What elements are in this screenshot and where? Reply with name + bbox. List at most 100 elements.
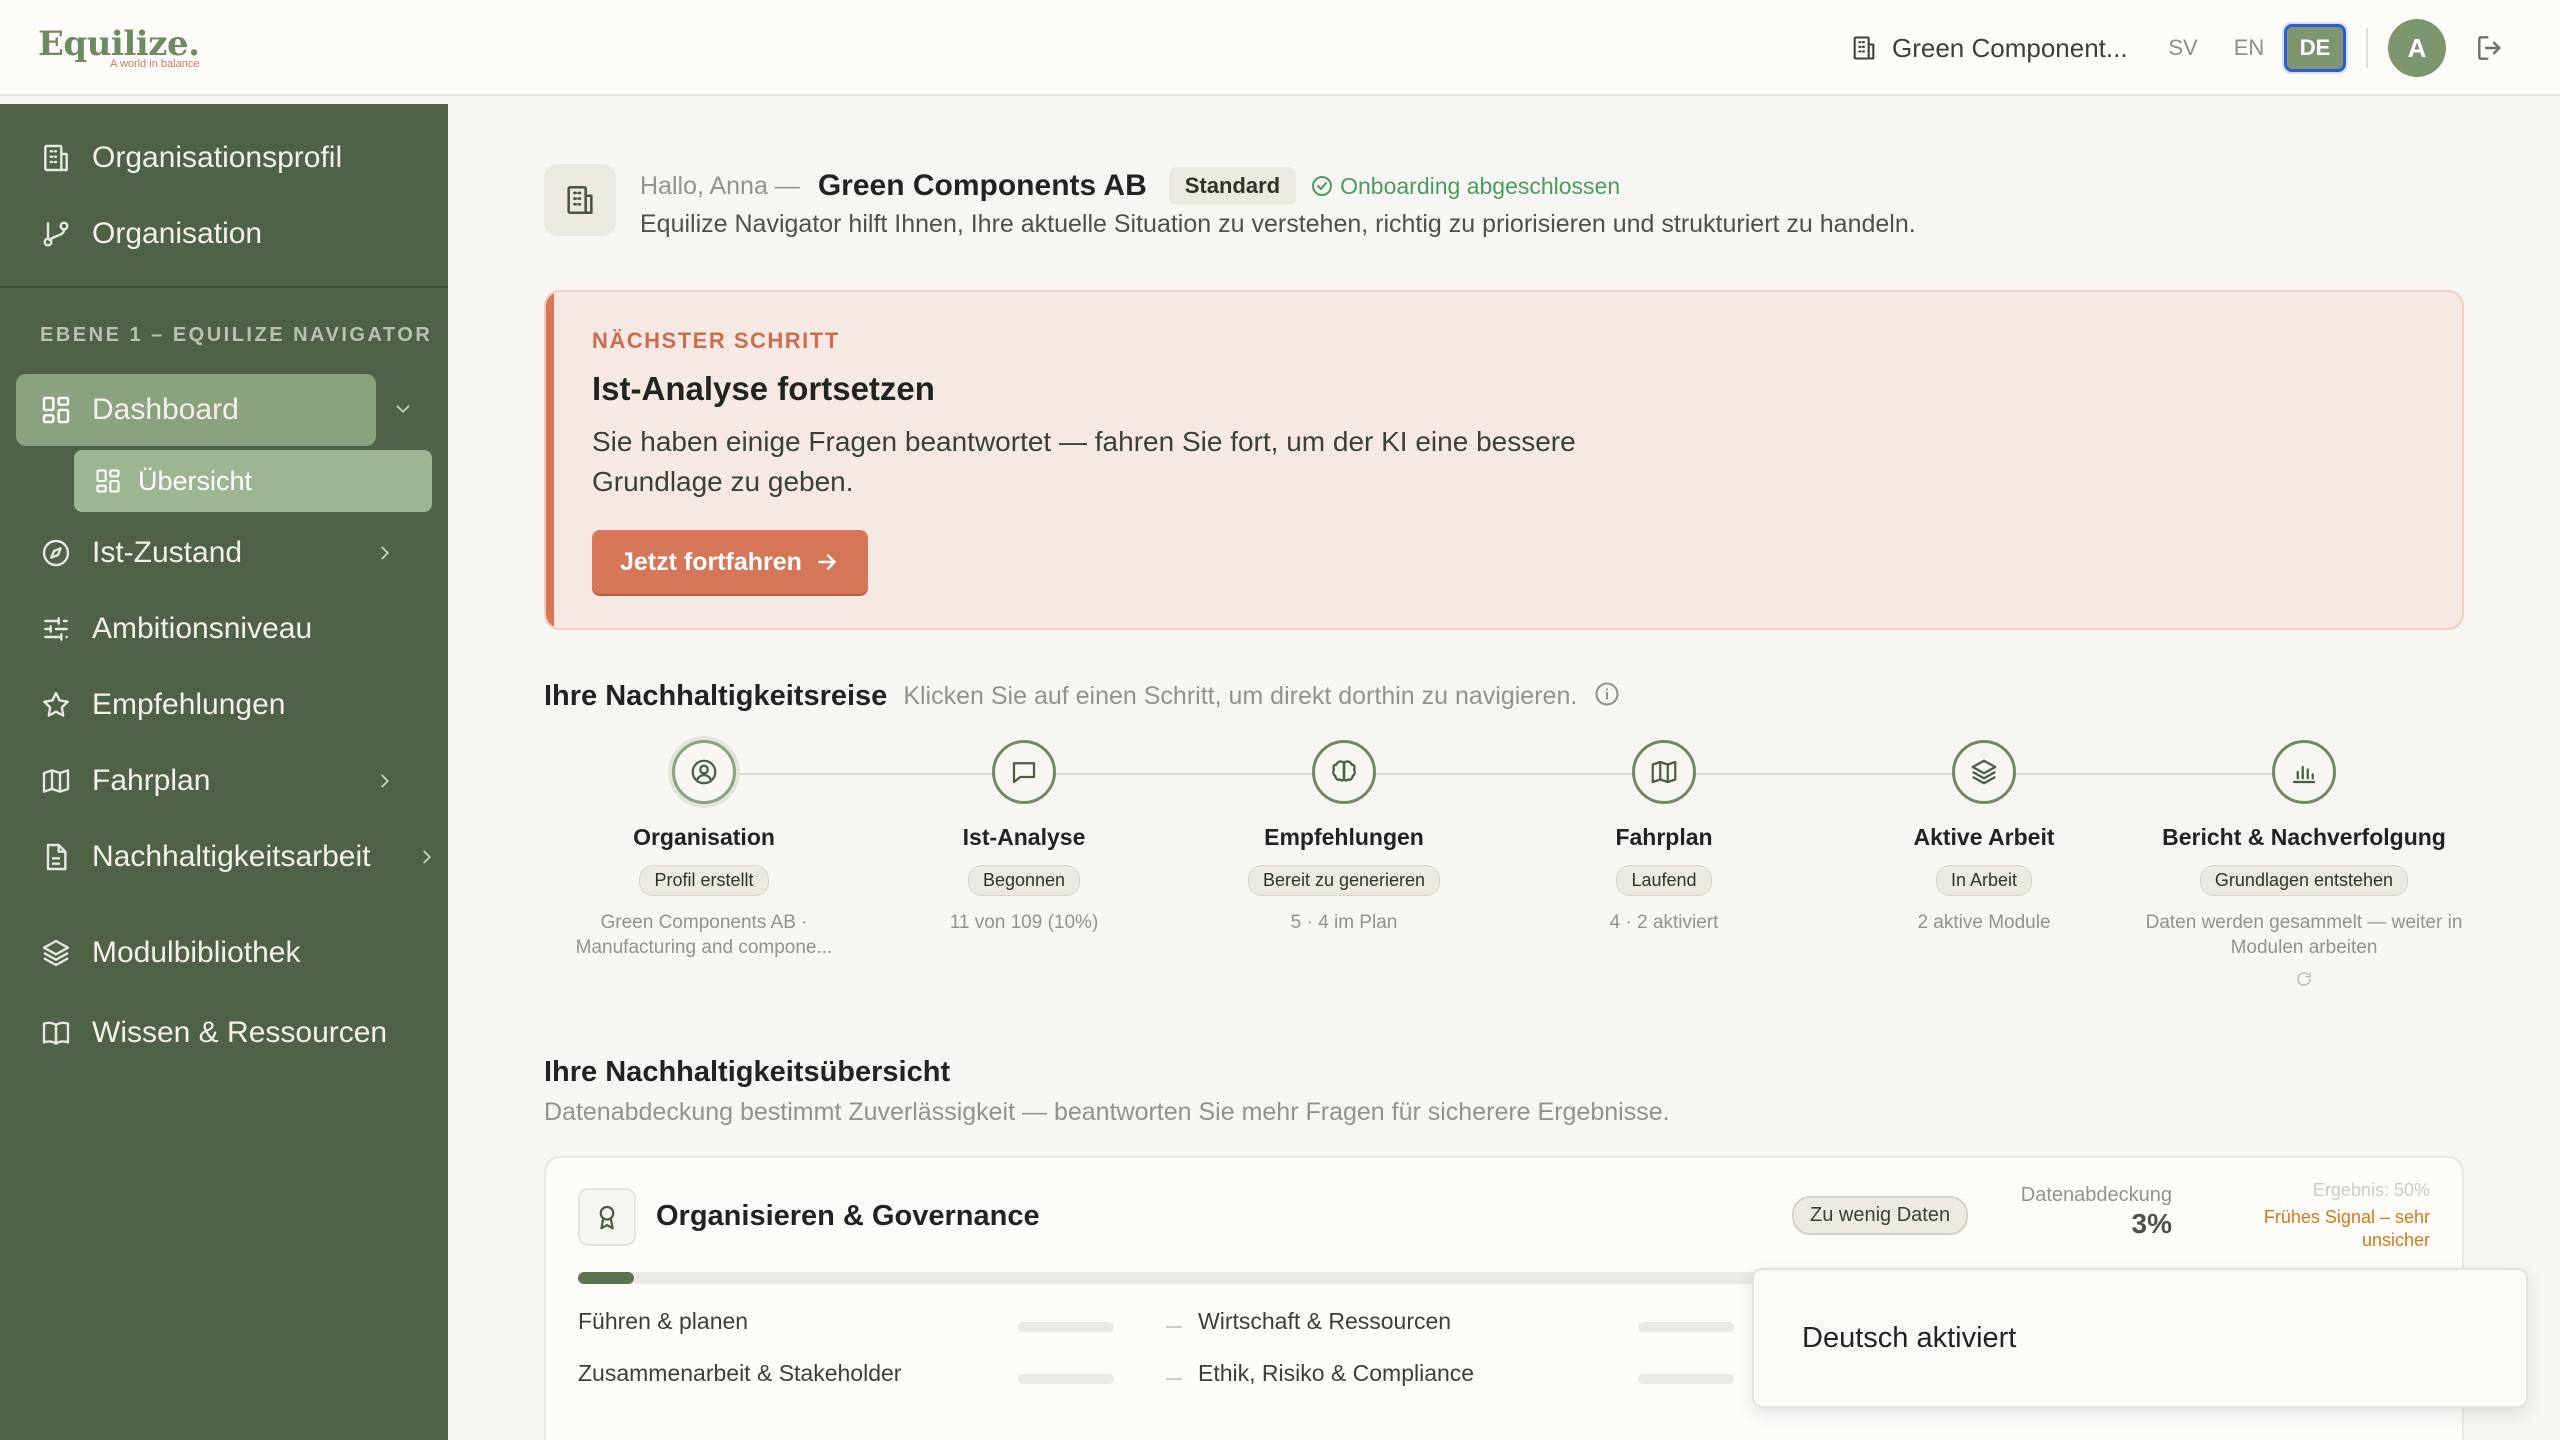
- step-status-badge: Grundlagen entstehen: [2199, 865, 2409, 896]
- logout-icon: [2478, 36, 2501, 60]
- layers-icon: [1971, 759, 1997, 785]
- award-icon: [599, 1205, 615, 1230]
- next-step-title: Ist-Analyse fortsetzen: [592, 370, 935, 407]
- loading-spinner-icon: [2297, 972, 2311, 986]
- building-icon: [1853, 36, 1875, 60]
- chevron-down-icon[interactable]: [392, 398, 414, 420]
- brand-name: Equilize.: [38, 24, 200, 64]
- step-status-badge: Bereit zu generieren: [1247, 865, 1441, 896]
- brand-tagline: A world in balance: [110, 58, 200, 70]
- onboarding-status: Onboarding abgeschlossen: [1310, 173, 1620, 200]
- info-button[interactable]: [1593, 680, 1621, 713]
- main-content: Hallo, Anna — Green Components AB Standa…: [448, 98, 2560, 1440]
- sidebar-item-ambitionsniveau[interactable]: Ambitionsniveau: [16, 594, 416, 664]
- subcategory-bar: [1638, 1374, 1734, 1384]
- sidebar-section-label: EBENE 1 – EQUILIZE NAVIGATOR: [40, 324, 433, 346]
- step-meta: Green Components AB · Manufacturing and …: [575, 912, 833, 958]
- map-icon: [1651, 760, 1677, 784]
- subcategory-bar: [1018, 1322, 1114, 1332]
- user-avatar[interactable]: A: [2388, 19, 2446, 77]
- sidebar-subitem-uebersicht[interactable]: Übersicht: [74, 450, 432, 512]
- subcategory-label: Zusammenarbeit & Stakeholder: [578, 1360, 902, 1386]
- step-name: Fahrplan: [1615, 824, 1713, 850]
- building-icon: [567, 185, 593, 215]
- chevron-right-icon: [381, 546, 390, 560]
- step-icon-circle: [992, 740, 1056, 804]
- step-meta: 2 aktive Module: [1917, 912, 2051, 933]
- plan-badge: Standard: [1168, 167, 1297, 205]
- coverage-label: Datenabdeckung: [2020, 1184, 2172, 1206]
- sidebar-item-label: Ist-Zustand: [92, 536, 243, 569]
- journey-title: Ihre Nachhaltigkeitsreise: [544, 680, 888, 712]
- step-status-badge: Begonnen: [967, 865, 1081, 896]
- language-sv-button[interactable]: SV: [2152, 24, 2214, 72]
- greeting-line: Hallo, Anna — Green Components AB Standa…: [640, 164, 1620, 208]
- company-name: Green Components AB: [817, 169, 1147, 202]
- language-en-button[interactable]: EN: [2218, 24, 2280, 72]
- continue-button[interactable]: Jetzt fortfahren: [592, 530, 868, 594]
- grid-icon: [96, 469, 120, 493]
- map-icon: [42, 769, 70, 793]
- organization-name: Green Component...: [1892, 32, 2128, 63]
- info-icon: [1595, 682, 1619, 706]
- step-meta: Daten werden gesammelt — weiter in Modul…: [2145, 912, 2463, 958]
- next-step-description: Sie haben einige Fragen beantwortet — fa…: [592, 426, 1576, 497]
- sidebar-item-organisation[interactable]: Organisation: [16, 199, 416, 269]
- journey-step-fahrplan[interactable]: Fahrplan Laufend 4 · 2 aktiviert: [1504, 740, 1824, 935]
- book-icon: [42, 1021, 70, 1045]
- overview-title: Ihre Nachhaltigkeitsübersicht: [544, 1056, 951, 1088]
- coverage-value: 3%: [2131, 1208, 2172, 1239]
- sidebar-item-label: Nachhaltigkeitsarbeit: [92, 840, 371, 873]
- journey-step-organisation[interactable]: Organisation Profil erstellt Green Compo…: [544, 740, 864, 960]
- organization-switcher[interactable]: Green Component...: [1850, 28, 2128, 68]
- sidebar: Organisationsprofil Organisation EBENE 1…: [0, 104, 448, 1440]
- step-icon-circle: [1632, 740, 1696, 804]
- step-status-badge: In Arbeit: [1935, 865, 2033, 896]
- sidebar-divider: [0, 286, 448, 288]
- brain-icon: [1332, 760, 1356, 782]
- subcategory-bar: [1638, 1322, 1734, 1332]
- building-icon: [44, 144, 68, 172]
- subcategory-bar: [1018, 1374, 1114, 1384]
- journey-header: Ihre Nachhaltigkeitsreise Klicken Sie au…: [544, 680, 1621, 713]
- journey-step-aktive-arbeit[interactable]: Aktive Arbeit In Arbeit 2 aktive Module: [1824, 740, 2144, 935]
- data-status-badge: Zu wenig Daten: [1792, 1196, 1969, 1235]
- journey-step-ist-analyse[interactable]: Ist-Analyse Begonnen 11 von 109 (10%): [864, 740, 1184, 935]
- sidebar-item-modulbibliothek[interactable]: Modulbibliothek: [16, 918, 416, 988]
- sidebar-item-nachhaltigkeitsarbeit[interactable]: Nachhaltigkeitsarbeit: [16, 822, 446, 892]
- step-meta: 5 · 4 im Plan: [1290, 912, 1398, 933]
- sidebar-item-dashboard[interactable]: Dashboard: [16, 374, 376, 446]
- journey-subtitle: Klicken Sie auf einen Schritt, um direkt…: [903, 682, 1578, 710]
- step-icon-circle: [1312, 740, 1376, 804]
- step-icon-circle: [672, 740, 736, 804]
- journey-step-empfehlungen[interactable]: Empfehlungen Bereit zu generieren 5 · 4 …: [1184, 740, 1504, 935]
- document-icon: [46, 843, 67, 871]
- step-name: Aktive Arbeit: [1913, 824, 2055, 850]
- sidebar-item-wissen-ressourcen[interactable]: Wissen & Ressourcen: [16, 998, 416, 1068]
- user-circle-icon: [691, 759, 717, 785]
- onboarding-status-text: Onboarding abgeschlossen: [1340, 172, 1621, 199]
- logout-button[interactable]: [2470, 28, 2510, 68]
- result-label: Ergebnis: 50%: [2312, 1180, 2430, 1200]
- star-icon: [43, 691, 69, 717]
- language-de-button[interactable]: DE: [2284, 24, 2346, 72]
- sidebar-item-label: Fahrplan: [92, 764, 211, 797]
- journey-step-bericht[interactable]: Bericht & Nachverfolgung Grundlagen ents…: [2144, 740, 2464, 993]
- sidebar-item-label: Wissen & Ressourcen: [92, 1016, 388, 1049]
- step-name: Ist-Analyse: [962, 824, 1086, 850]
- chevron-right-icon: [381, 774, 390, 788]
- coverage-progress-fill: [578, 1272, 634, 1284]
- next-step-card: NÄCHSTER SCHRITT Ist-Analyse fortsetzen …: [544, 290, 2464, 630]
- sidebar-item-label: Dashboard: [92, 393, 239, 426]
- sidebar-item-label: Organisation: [92, 217, 263, 250]
- company-icon-tile: [544, 164, 616, 236]
- sidebar-item-fahrplan[interactable]: Fahrplan: [16, 746, 416, 816]
- sidebar-item-organisationsprofil[interactable]: Organisationsprofil: [16, 123, 416, 193]
- category-title: Organisieren & Governance: [656, 1200, 1040, 1232]
- brand-logo[interactable]: Equilize. A world in balance: [38, 24, 200, 70]
- category-icon-tile: [578, 1188, 636, 1246]
- sidebar-item-empfehlungen[interactable]: Empfehlungen: [16, 670, 416, 740]
- toast-message: Deutsch aktiviert: [1802, 1322, 2017, 1354]
- greeting-description: Equilize Navigator hilft Ihnen, Ihre akt…: [640, 210, 1916, 238]
- sidebar-item-ist-zustand[interactable]: Ist-Zustand: [16, 518, 416, 588]
